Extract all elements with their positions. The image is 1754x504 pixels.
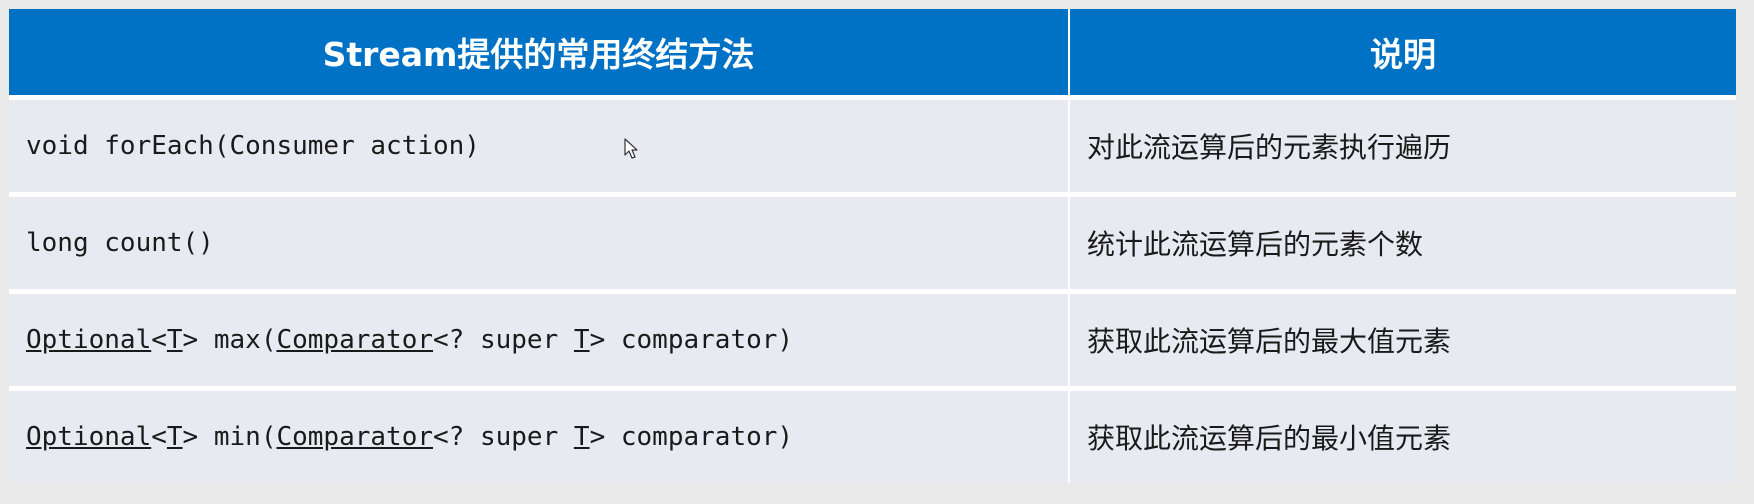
header-method: Stream提供的常用终结方法 [9, 9, 1070, 98]
method-description: 对此流运算后的元素执行遍历 [1087, 131, 1452, 164]
description-cell: 对此流运算后的元素执行遍历 [1069, 95, 1736, 195]
type-link: Comparator [276, 422, 434, 452]
description-cell: 获取此流运算后的最大值元素 [1069, 289, 1736, 389]
table-row: long count() 统计此流运算后的元素个数 [9, 192, 1736, 292]
table-row: void forEach(Consumer action) 对此流运算后的元素执行… [9, 95, 1736, 195]
code-text: < [151, 325, 167, 355]
mouse-pointer-icon [624, 138, 638, 159]
method-signature-cell: Optional<T> min(Comparator<? super T> co… [9, 386, 1070, 483]
header-description: 说明 [1069, 9, 1736, 98]
type-link: T [166, 325, 183, 355]
method-signature-cell: long count() [9, 192, 1070, 292]
description-cell: 统计此流运算后的元素个数 [1069, 192, 1736, 292]
type-link: Comparator [276, 325, 434, 355]
code-text: <? super [433, 422, 574, 452]
method-description: 获取此流运算后的最大值元素 [1087, 325, 1452, 358]
code-text: void forEach(Consumer action) [26, 131, 480, 161]
table-body: void forEach(Consumer action) 对此流运算后的元素执行… [9, 95, 1736, 483]
table-header-row: Stream提供的常用终结方法 说明 [9, 9, 1736, 98]
code-text: > comparator) [589, 422, 794, 452]
code-text: < [151, 422, 167, 452]
type-link: T [573, 422, 590, 452]
table-row: Optional<T> max(Comparator<? super T> co… [9, 289, 1736, 389]
method-signature: long count() [26, 228, 214, 258]
type-link: T [573, 325, 590, 355]
code-text: long count() [26, 228, 214, 258]
table-row: Optional<T> min(Comparator<? super T> co… [9, 386, 1736, 483]
methods-table-container: Stream提供的常用终结方法 说明 void forEach(Consumer… [9, 9, 1736, 483]
stream-terminal-methods-table: Stream提供的常用终结方法 说明 void forEach(Consumer… [9, 9, 1736, 483]
method-description: 统计此流运算后的元素个数 [1087, 228, 1424, 261]
type-link: Optional [26, 422, 152, 452]
code-text: <? super [433, 325, 574, 355]
method-signature: Optional<T> min(Comparator<? super T> co… [26, 422, 793, 452]
description-cell: 获取此流运算后的最小值元素 [1069, 386, 1736, 483]
method-signature-cell: void forEach(Consumer action) [9, 95, 1070, 195]
method-signature: void forEach(Consumer action) [26, 131, 480, 161]
method-signature-cell: Optional<T> max(Comparator<? super T> co… [9, 289, 1070, 389]
code-text: > max( [182, 325, 277, 355]
type-link: T [166, 422, 183, 452]
slide-frame: Stream提供的常用终结方法 说明 void forEach(Consumer… [0, 0, 1754, 504]
code-text: > min( [182, 422, 277, 452]
type-link: Optional [26, 325, 152, 355]
method-signature: Optional<T> max(Comparator<? super T> co… [26, 325, 793, 355]
method-description: 获取此流运算后的最小值元素 [1087, 422, 1452, 455]
code-text: > comparator) [589, 325, 794, 355]
